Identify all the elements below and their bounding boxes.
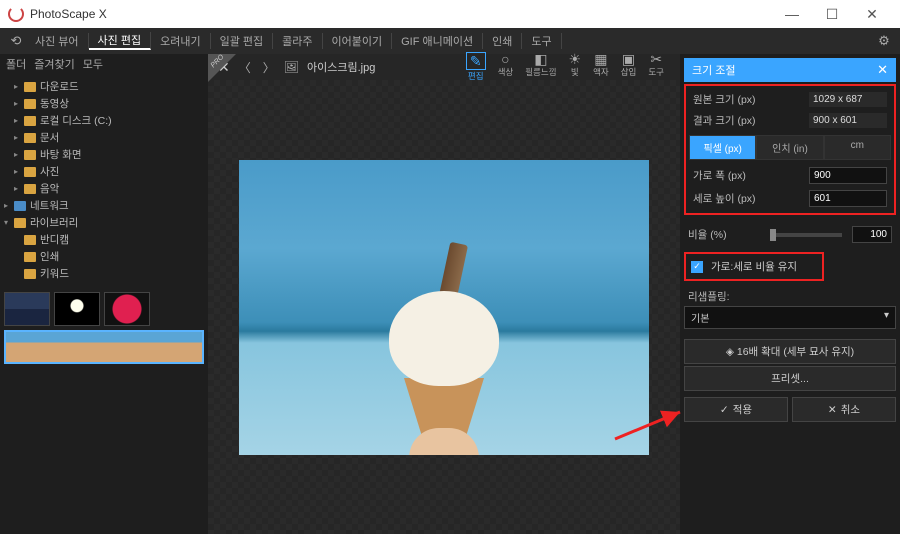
check-icon: ✓ xyxy=(720,404,729,416)
thumbnail[interactable] xyxy=(54,292,100,326)
result-size-value: 900 x 601 xyxy=(809,113,887,128)
file-tree: ▸다운로드▸동영상▸로컬 디스크 (C:)▸문서▸바탕 화면▸사진▸음악▸네트워… xyxy=(0,74,208,286)
tree-item[interactable]: ▸네트워크 xyxy=(0,197,208,214)
chevron-down-icon: ▾ xyxy=(884,310,889,325)
tree-item[interactable]: 인쇄 xyxy=(0,248,208,265)
image-viewport[interactable] xyxy=(208,80,680,534)
ratio-label: 비율 (%) xyxy=(688,227,760,242)
tree-item[interactable]: ▸다운로드 xyxy=(0,78,208,95)
panel-close-icon[interactable]: ✕ xyxy=(877,62,888,78)
result-size-label: 결과 크기 (px) xyxy=(693,113,805,128)
unit-px-button[interactable]: 픽셀 (px) xyxy=(689,135,756,160)
resample-select[interactable]: 기본 ▾ xyxy=(684,306,896,329)
check-icon: ✓ xyxy=(691,261,703,273)
cancel-button[interactable]: ✕ 취소 xyxy=(792,397,896,422)
canvas-tool-0[interactable]: ✎편집 xyxy=(460,52,492,82)
sidebar-tab-all[interactable]: 모두 xyxy=(83,56,103,72)
tab-print[interactable]: 인쇄 xyxy=(483,33,522,49)
photo-preview xyxy=(239,160,649,455)
canvas-area: ✕ 〈 〉 🖼 아이스크림.jpg ✎편집○색상◧필름느낌☀빛▦액자▣삽입✂도구… xyxy=(208,54,680,534)
zoom16-button[interactable]: ◈ 16배 확대 (세부 묘사 유지) xyxy=(684,339,896,364)
thumbnail-strip xyxy=(0,286,208,370)
resize-panel: 크기 조절 ✕ 원본 크기 (px) 1029 x 687 결과 크기 (px)… xyxy=(680,54,900,534)
x-icon: ✕ xyxy=(828,404,837,416)
diamond-icon: ◈ xyxy=(726,346,734,358)
aspect-lock-checkbox[interactable]: ✓ 가로:세로 비율 유지 xyxy=(689,257,819,276)
thumbnail[interactable] xyxy=(104,292,150,326)
titlebar: PhotoScape X — ☐ ✕ xyxy=(0,0,900,28)
tree-item[interactable]: ▸사진 xyxy=(0,163,208,180)
minimize-button[interactable]: — xyxy=(772,6,812,22)
tree-item[interactable]: 키워드 xyxy=(0,265,208,282)
main-toolbar: ⟲ 사진 뷰어 사진 편집 오려내기 일괄 편집 콜라주 이어붙이기 GIF 애… xyxy=(0,28,900,54)
ratio-input[interactable] xyxy=(852,226,892,243)
filename: 아이스크림.jpg xyxy=(307,59,375,75)
original-size-value: 1029 x 687 xyxy=(809,92,887,107)
app-title: PhotoScape X xyxy=(30,7,772,21)
next-button[interactable]: 〉 xyxy=(260,59,278,76)
canvas-tool-5[interactable]: ▣삽입 xyxy=(615,52,643,82)
tab-collage[interactable]: 콜라주 xyxy=(273,33,322,49)
file-icon: 🖼 xyxy=(284,60,299,74)
original-size-label: 원본 크기 (px) xyxy=(693,92,805,107)
sidebar-tab-folder[interactable]: 폴더 xyxy=(6,56,26,72)
canvas-tool-4[interactable]: ▦액자 xyxy=(587,52,615,82)
canvas-tool-3[interactable]: ☀빛 xyxy=(563,52,588,82)
width-input[interactable] xyxy=(809,167,887,184)
prev-button[interactable]: 〈 xyxy=(236,59,254,76)
height-input[interactable] xyxy=(809,190,887,207)
height-label: 세로 높이 (px) xyxy=(693,191,805,206)
tab-cutout[interactable]: 오려내기 xyxy=(151,33,210,49)
apply-button[interactable]: ✓ 적용 xyxy=(684,397,788,422)
gear-icon[interactable]: ⚙ xyxy=(874,33,894,49)
close-button[interactable]: ✕ xyxy=(852,6,892,23)
tree-item[interactable]: ▸로컬 디스크 (C:) xyxy=(0,112,208,129)
thumbnail-selected[interactable] xyxy=(4,330,204,364)
tab-viewer[interactable]: 사진 뷰어 xyxy=(26,33,89,49)
aspect-lock-label: 가로:세로 비율 유지 xyxy=(711,259,797,274)
tab-editor[interactable]: 사진 편집 xyxy=(89,32,152,50)
sidebar-tab-favorites[interactable]: 즐겨찾기 xyxy=(34,56,74,72)
ratio-slider[interactable] xyxy=(770,233,842,237)
tree-item[interactable]: ▸문서 xyxy=(0,129,208,146)
tab-tools[interactable]: 도구 xyxy=(522,33,561,49)
tree-item[interactable]: ▾라이브러리 xyxy=(0,214,208,231)
resample-label: 리샘플링: xyxy=(684,287,896,306)
tree-item[interactable]: ▸동영상 xyxy=(0,95,208,112)
sidebar: 폴더 즐겨찾기 모두 ▸다운로드▸동영상▸로컬 디스크 (C:)▸문서▸바탕 화… xyxy=(0,54,208,534)
unit-cm-button[interactable]: cm xyxy=(824,135,891,160)
tab-combine[interactable]: 이어붙이기 xyxy=(323,33,393,49)
unit-in-button[interactable]: 인치 (in) xyxy=(756,135,823,160)
width-label: 가로 폭 (px) xyxy=(693,168,805,183)
tree-item[interactable]: ▸음악 xyxy=(0,180,208,197)
tab-batch[interactable]: 일괄 편집 xyxy=(211,33,274,49)
thumbnail[interactable] xyxy=(4,292,50,326)
panel-title: 크기 조절 xyxy=(692,62,736,78)
pro-badge: PRO xyxy=(208,54,236,82)
search-icon[interactable]: ⟲ xyxy=(6,33,26,49)
canvas-tool-6[interactable]: ✂도구 xyxy=(642,52,670,82)
tree-item[interactable]: ▸바탕 화면 xyxy=(0,146,208,163)
tab-gif[interactable]: GIF 애니메이션 xyxy=(392,33,483,49)
maximize-button[interactable]: ☐ xyxy=(812,6,852,23)
preset-button[interactable]: 프리셋... xyxy=(684,366,896,391)
canvas-tool-1[interactable]: ○색상 xyxy=(492,52,520,82)
size-info-highlight: 원본 크기 (px) 1029 x 687 결과 크기 (px) 900 x 6… xyxy=(684,84,896,215)
panel-header: 크기 조절 ✕ xyxy=(684,58,896,82)
tree-item[interactable]: 반디캠 xyxy=(0,231,208,248)
app-logo-icon xyxy=(8,6,24,22)
canvas-tool-2[interactable]: ◧필름느낌 xyxy=(519,52,562,82)
